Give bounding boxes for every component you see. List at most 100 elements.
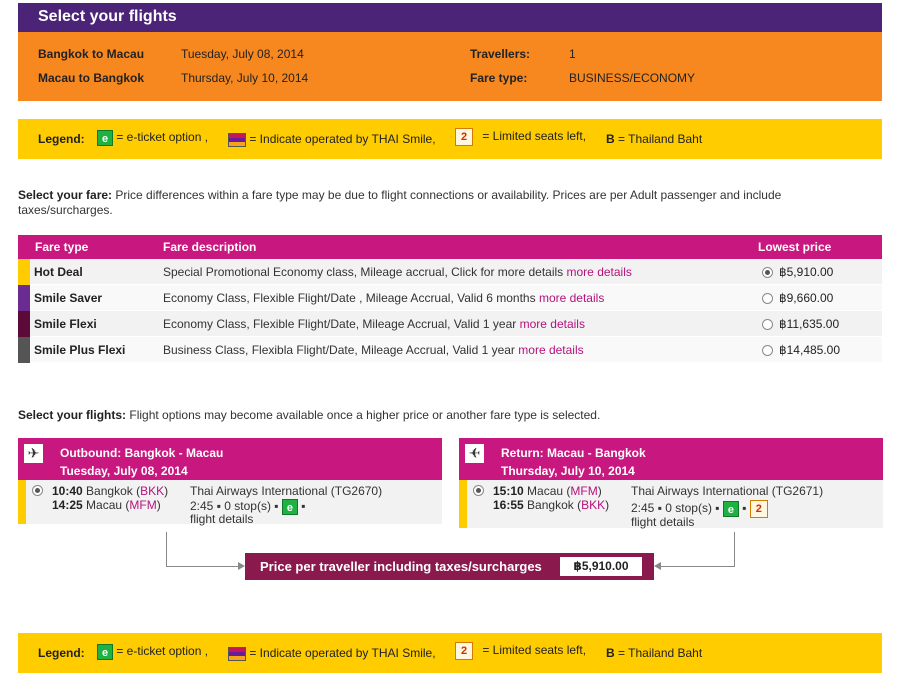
legend-seats-text: = Limited seats left, bbox=[482, 129, 587, 144]
fare-price[interactable]: ฿11,635.00 bbox=[762, 317, 839, 331]
trip-summary: Bangkok to Macau Tuesday, July 08, 2014 … bbox=[18, 32, 882, 101]
fare-price[interactable]: ฿14,485.00 bbox=[762, 343, 840, 357]
thai-smile-icon bbox=[228, 132, 246, 147]
connector-line-right-vertical bbox=[734, 532, 735, 567]
leg2-date: Thursday, July 10, 2014 bbox=[181, 71, 309, 85]
return-departure: 15:10 Macau (MFM) bbox=[493, 484, 602, 498]
fare-type-label: Fare type: bbox=[470, 71, 528, 85]
limited-seats-icon: 2 bbox=[455, 642, 473, 660]
legend-eticket-text: = e-ticket option , bbox=[116, 644, 209, 659]
return-flight-option[interactable]: 15:10 Macau (MFM) 16:55 Bangkok (BKK) Th… bbox=[459, 480, 883, 529]
outbound-arrival: 14:25 Macau (MFM) bbox=[52, 498, 161, 512]
baht-symbol: B bbox=[606, 132, 615, 146]
fare-color-bar bbox=[18, 259, 30, 285]
thai-smile-icon bbox=[228, 646, 246, 661]
col-fare-description: Fare description bbox=[163, 240, 257, 254]
fare-type-name: Smile Saver bbox=[34, 291, 103, 305]
outbound-header: ✈ Outbound: Bangkok - Macau Tuesday, Jul… bbox=[18, 438, 442, 480]
price-summary: Price per traveller including taxes/surc… bbox=[245, 553, 654, 580]
eticket-icon: e bbox=[722, 501, 739, 517]
travellers-label: Travellers: bbox=[470, 47, 531, 61]
plane-arrive-icon: ✈ bbox=[465, 444, 484, 463]
legend-eticket: e = e-ticket option , bbox=[97, 644, 208, 660]
legend-title: Legend: bbox=[38, 646, 85, 660]
connector-line-right-horizontal bbox=[661, 566, 734, 567]
connector-line-left-vertical bbox=[166, 532, 167, 567]
return-title: Return: Macau - Bangkok bbox=[501, 446, 646, 460]
limited-seats-icon: 2 bbox=[749, 500, 768, 518]
plane-depart-icon: ✈ bbox=[24, 444, 43, 463]
fare-row-smile-saver[interactable]: Smile Saver Economy Class, Flexible Flig… bbox=[18, 285, 882, 311]
baht-symbol: B bbox=[606, 646, 615, 660]
limited-seats-icon: 2 bbox=[455, 128, 473, 146]
legend-baht: B = Thailand Baht bbox=[606, 646, 702, 660]
flight-intro: Select your flights: Flight options may … bbox=[18, 408, 848, 423]
fare-type-name: Smile Plus Flexi bbox=[34, 343, 126, 357]
fare-radio[interactable] bbox=[762, 293, 773, 305]
more-details-link[interactable]: more details bbox=[539, 291, 604, 305]
legend-baht-text: = Thailand Baht bbox=[618, 132, 703, 146]
outbound-date: Tuesday, July 08, 2014 bbox=[60, 464, 188, 478]
fare-table: Fare type Fare description Lowest price … bbox=[18, 235, 882, 363]
more-details-link[interactable]: more details bbox=[518, 343, 583, 357]
return-radio[interactable] bbox=[473, 485, 484, 496]
legend-title: Legend: bbox=[38, 132, 85, 146]
leg1-label: Bangkok to Macau bbox=[38, 47, 145, 61]
fare-intro-label: Select your fare: bbox=[18, 188, 113, 202]
fare-color-bar bbox=[18, 285, 30, 311]
fare-type-name: Hot Deal bbox=[34, 265, 83, 279]
leg2-label: Macau to Bangkok bbox=[38, 71, 145, 85]
legend-seats: 2 = Limited seats left, bbox=[455, 128, 586, 146]
legend-top: Legend: e = e-ticket option , = Indicate… bbox=[18, 119, 882, 159]
return-arrival: 16:55 Bangkok (BKK) bbox=[493, 498, 610, 512]
legend-smile: = Indicate operated by THAI Smile, bbox=[228, 646, 436, 661]
outbound-flight-details-link[interactable]: flight details bbox=[190, 512, 253, 526]
fare-intro-text: Price differences within a fare type may… bbox=[18, 188, 782, 217]
return-date: Thursday, July 10, 2014 bbox=[501, 464, 635, 478]
legend-baht: B = Thailand Baht bbox=[606, 132, 702, 146]
return-panel: ✈ Return: Macau - Bangkok Thursday, July… bbox=[459, 438, 883, 529]
fare-radio[interactable] bbox=[762, 267, 773, 279]
fare-intro: Select your fare: Price differences with… bbox=[18, 188, 848, 218]
fare-description: Economy Class, Flexible Flight/Date , Mi… bbox=[163, 291, 605, 305]
connector-line-left-horizontal bbox=[166, 566, 238, 567]
fare-row-hot-deal[interactable]: Hot Deal Special Promotional Economy cla… bbox=[18, 259, 882, 285]
fare-description: Business Class, Flexibla Flight/Date, Mi… bbox=[163, 343, 584, 357]
more-details-link[interactable]: more details bbox=[567, 265, 632, 279]
eticket-icon: e bbox=[97, 644, 113, 660]
legend-seats-text: = Limited seats left, bbox=[482, 643, 587, 658]
legend-eticket: e = e-ticket option , bbox=[97, 130, 208, 146]
fare-radio[interactable] bbox=[762, 319, 773, 331]
fare-row-smile-plus-flexi[interactable]: Smile Plus Flexi Business Class, Flexibl… bbox=[18, 337, 882, 363]
price-summary-value: ฿5,910.00 bbox=[560, 557, 642, 576]
fare-description: Special Promotional Economy class, Milea… bbox=[163, 265, 632, 279]
outbound-airline: Thai Airways International (TG2670) bbox=[190, 484, 383, 498]
more-details-link[interactable]: more details bbox=[520, 317, 585, 331]
outbound-radio[interactable] bbox=[32, 485, 43, 496]
return-header: ✈ Return: Macau - Bangkok Thursday, July… bbox=[459, 438, 883, 480]
fare-radio[interactable] bbox=[762, 345, 773, 357]
travellers-value: 1 bbox=[569, 47, 576, 61]
fare-table-header: Fare type Fare description Lowest price bbox=[18, 235, 882, 259]
fare-type-value: BUSINESS/ECONOMY bbox=[569, 71, 696, 85]
return-airline: Thai Airways International (TG2671) bbox=[631, 484, 824, 498]
page-title: Select your flights bbox=[18, 3, 882, 32]
arrow-right-icon bbox=[238, 562, 245, 570]
fare-color-bar bbox=[18, 337, 30, 363]
fare-row-smile-flexi[interactable]: Smile Flexi Economy Class, Flexible Flig… bbox=[18, 311, 882, 337]
outbound-flight-option[interactable]: 10:40 Bangkok (BKK) 14:25 Macau (MFM) Th… bbox=[18, 480, 442, 526]
hot-deal-indicator bbox=[459, 480, 467, 528]
flight-intro-text: Flight options may become available once… bbox=[126, 408, 601, 422]
fare-color-bar bbox=[18, 311, 30, 337]
fare-price[interactable]: ฿5,910.00 bbox=[762, 265, 833, 279]
fare-type-name: Smile Flexi bbox=[34, 317, 97, 331]
leg1-date: Tuesday, July 08, 2014 bbox=[181, 47, 304, 61]
col-lowest-price: Lowest price bbox=[758, 240, 832, 254]
hot-deal-indicator bbox=[18, 480, 26, 524]
arrow-left-icon bbox=[654, 562, 661, 570]
eticket-icon: e bbox=[97, 130, 113, 146]
return-flight-details-link[interactable]: flight details bbox=[631, 515, 694, 529]
flight-intro-label: Select your flights: bbox=[18, 408, 127, 422]
fare-description: Economy Class, Flexible Flight/Date, Mil… bbox=[163, 317, 585, 331]
fare-price[interactable]: ฿9,660.00 bbox=[762, 291, 833, 305]
